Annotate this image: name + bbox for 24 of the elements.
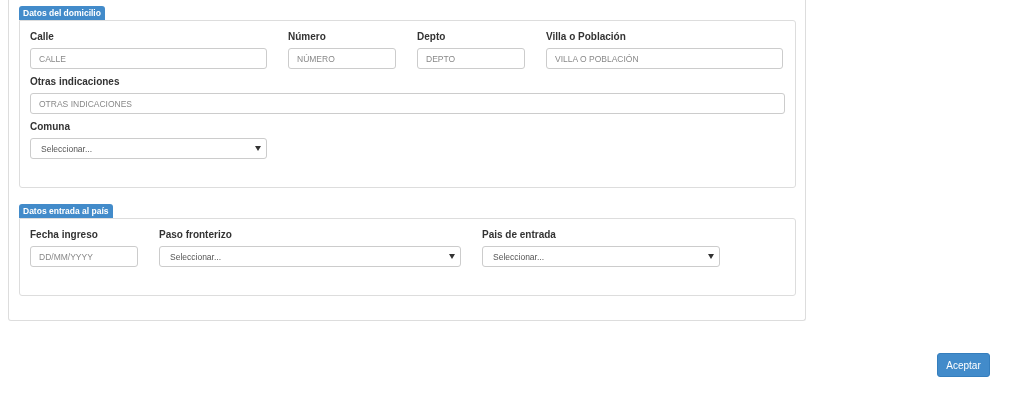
field-label: Fecha ingreso <box>30 229 98 241</box>
field-label: Pais de entrada <box>482 229 556 241</box>
field-label: Calle <box>30 31 54 43</box>
field-label: Paso fronterizo <box>159 229 232 241</box>
field-label: Depto <box>417 31 446 43</box>
input-field[interactable]: OTRAS INDICACIONES <box>30 93 785 114</box>
input-field[interactable]: DEPTO <box>417 48 525 69</box>
field-label: Villa o Población <box>546 31 626 43</box>
caret-icon <box>708 254 714 259</box>
field-label: Otras indicaciones <box>30 76 120 88</box>
input-field[interactable]: DD/MM/YYYY <box>30 246 138 267</box>
input-field[interactable]: CALLE <box>30 48 267 69</box>
caret-icon <box>255 146 261 151</box>
select-dropdown[interactable]: Seleccionar... <box>159 246 461 267</box>
field-label: Comuna <box>30 121 70 133</box>
input-field[interactable]: NÚMERO <box>288 48 396 69</box>
accept-button[interactable]: Aceptar <box>937 353 990 377</box>
caret-icon <box>449 254 455 259</box>
select-dropdown[interactable]: Seleccionar... <box>30 138 267 159</box>
section-legend: Datos entrada al país <box>19 204 113 218</box>
section-legend: Datos del domicilio <box>19 6 105 20</box>
input-field[interactable]: VILLA O POBLACIÓN <box>546 48 783 69</box>
field-label: Número <box>288 31 326 43</box>
select-dropdown[interactable]: Seleccionar... <box>482 246 720 267</box>
